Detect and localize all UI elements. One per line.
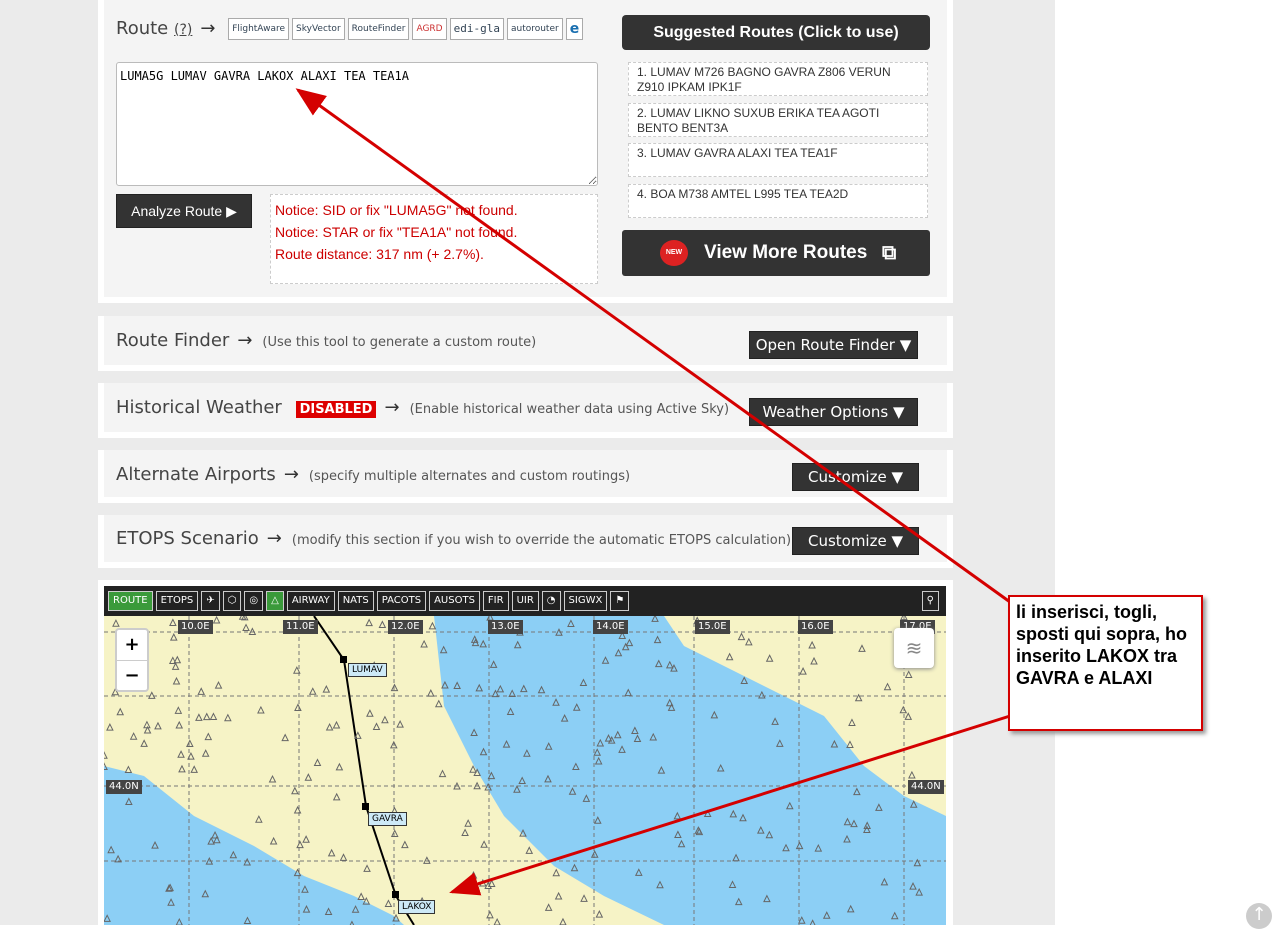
scroll-top-icon[interactable]: ↑ xyxy=(1246,903,1272,929)
annotation-callout: li inserisci, togli, sposti qui sopra, h… xyxy=(1008,595,1203,731)
annotation-arrows xyxy=(295,88,1011,896)
